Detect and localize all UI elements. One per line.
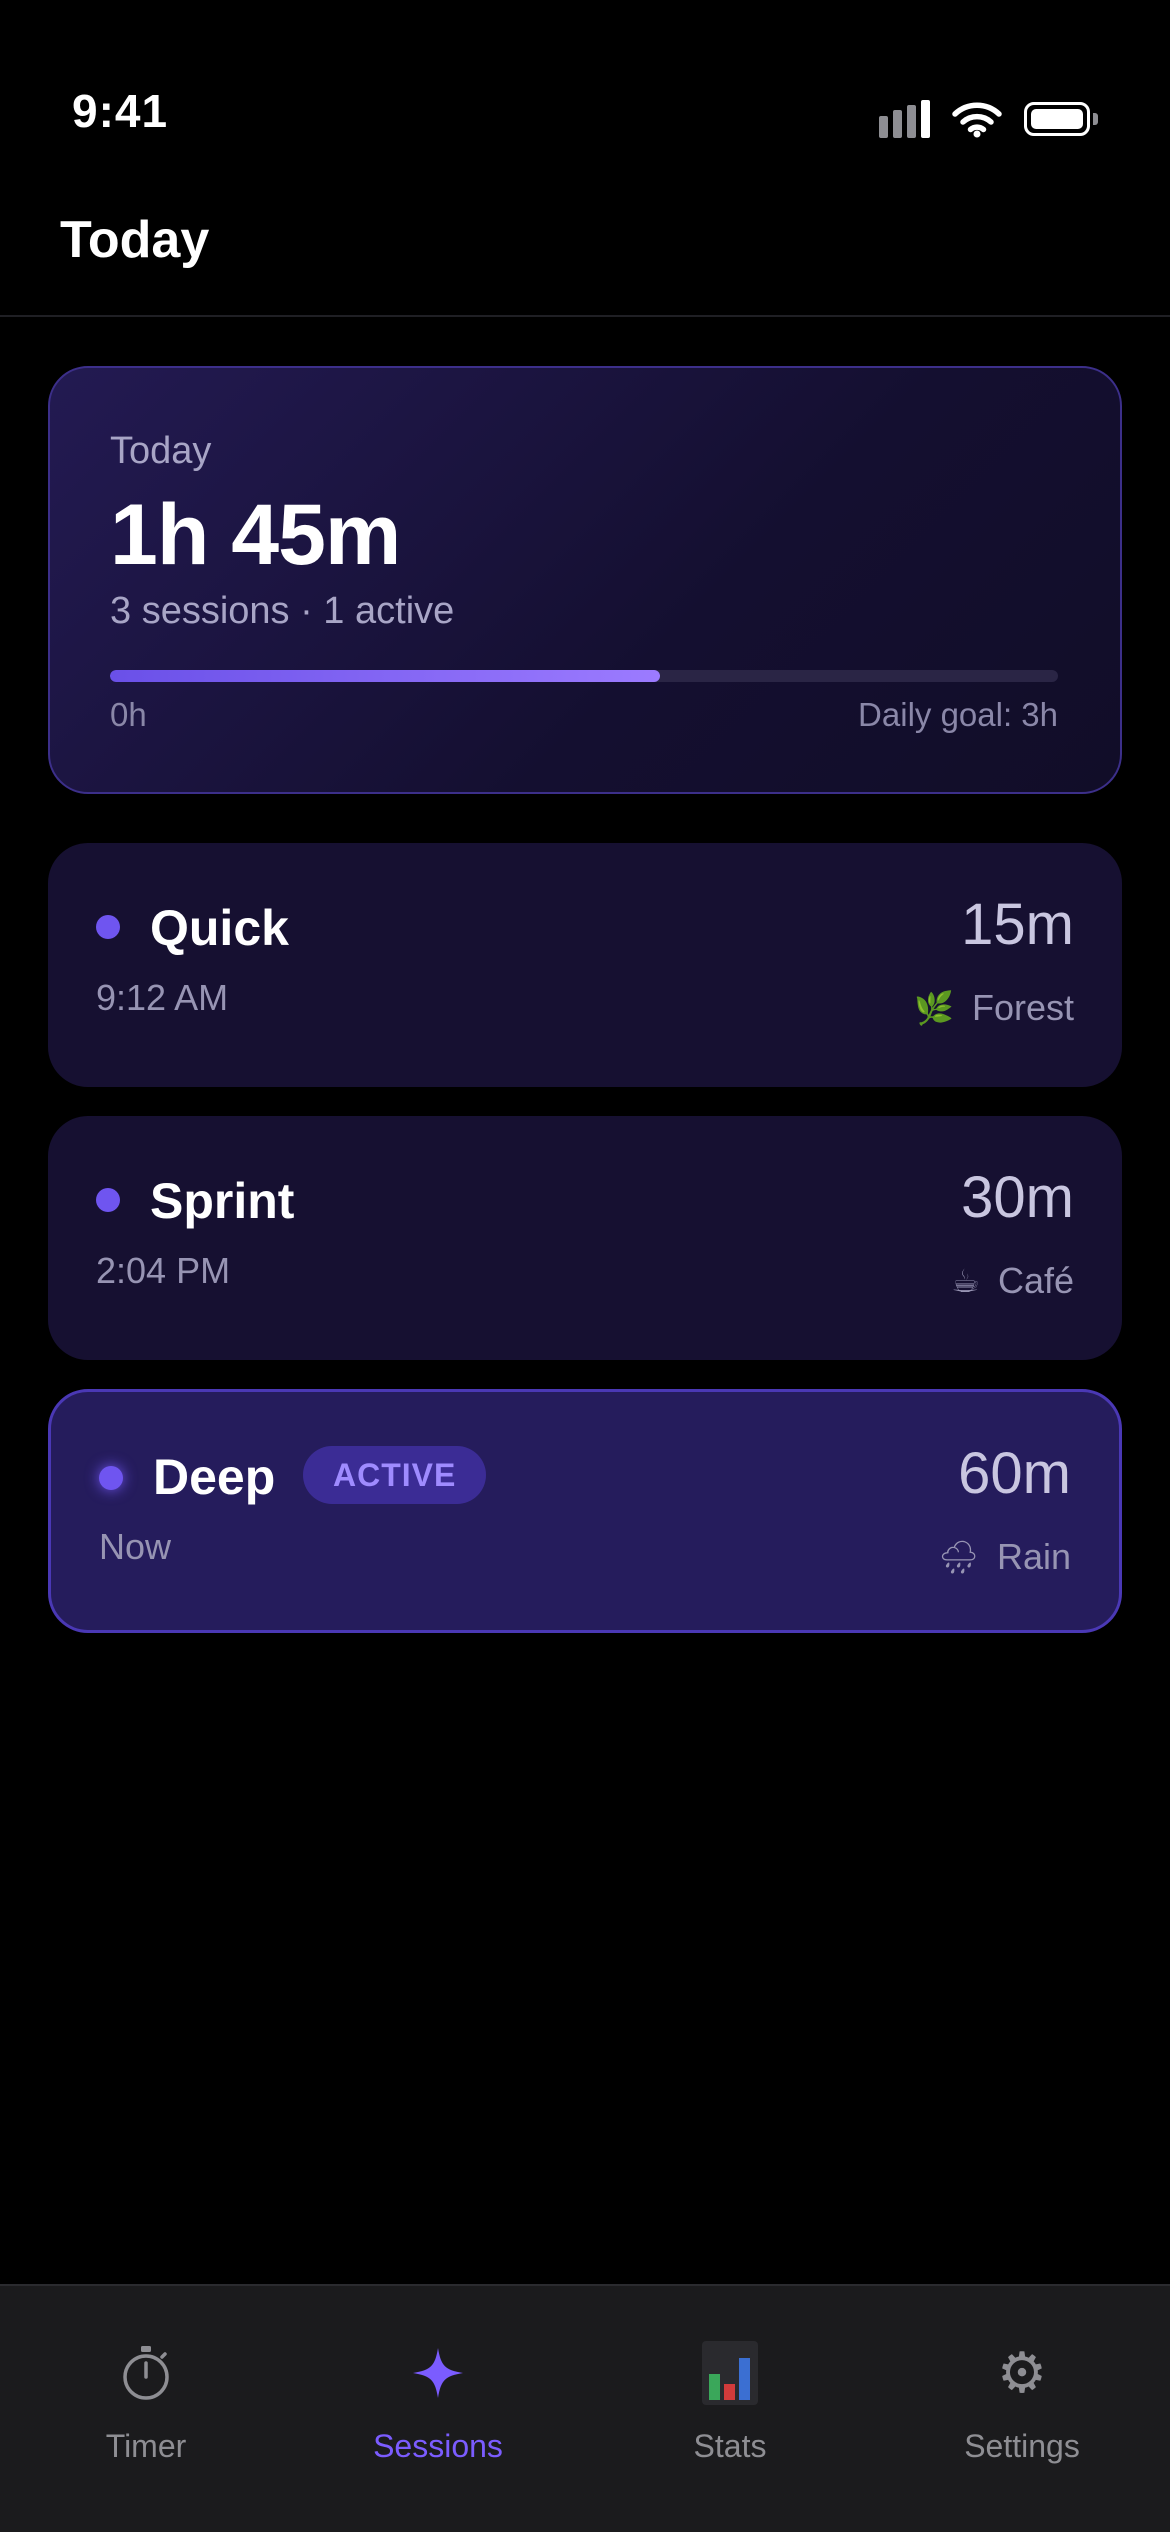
session-duration: 15m [961,892,1074,957]
today-summary-card: Today 1h 45m 3 sessions · 1 active 0h Da… [48,366,1122,794]
session-sound: ☕ Café [951,1260,1074,1302]
session-sound: 🌧 Rain [938,1536,1071,1578]
session-duration: 30m [961,1165,1074,1230]
page-title: Today [60,211,210,269]
status-bar: 9:41 [0,0,1170,170]
session-duration: 60m [958,1441,1071,1506]
session-name: Quick [150,900,289,956]
session-sound-label: Café [997,1260,1074,1301]
tab-bar: Timer Sessions Stats ⚙ Settings [0,2284,1170,2532]
leaf-icon: 🌿 [914,990,954,1026]
summary-label: Today [110,430,212,472]
rain-cloud-icon: 🌧 [938,1539,979,1575]
session-sound-label: Forest [971,987,1074,1028]
daily-goal-label: Daily goal: 3h [858,696,1058,733]
tab-label: Timer [105,2428,187,2464]
daily-goal-progress-bar [110,670,1058,682]
gear-icon: ⚙ [996,2341,1048,2404]
session-indicator-dot [96,915,120,939]
bar-chart-icon [701,2336,759,2410]
progress-min-label: 0h [110,696,147,733]
session-start-time: 9:12 AM [96,977,229,1018]
tab-label: Stats [693,2428,767,2464]
cellular-signal-icon [879,100,930,138]
coffee-icon: ☕ [951,1263,980,1299]
battery-icon [1024,102,1098,136]
tab-stats[interactable]: Stats [584,2286,876,2532]
session-indicator-dot [96,1188,120,1212]
session-card-deep[interactable]: Deep ACTIVE Now 60m 🌧 Rain [48,1389,1122,1633]
session-indicator-dot [99,1466,123,1490]
stopwatch-icon [121,2336,171,2410]
session-start-time: 2:04 PM [96,1250,231,1291]
summary-subtitle: 3 sessions · 1 active [110,590,455,632]
session-name: Sprint [150,1173,295,1229]
session-start-time: Now [99,1526,172,1567]
header-divider [0,315,1170,317]
status-icons [879,100,1098,138]
session-card-sprint[interactable]: Sprint 2:04 PM 30m ☕ Café [48,1116,1122,1360]
tab-sessions[interactable]: Sessions [292,2286,584,2532]
session-sound-label: Rain [996,1536,1071,1577]
status-time: 9:41 [72,85,169,137]
active-status-badge: ACTIVE [303,1446,487,1504]
daily-goal-progress-fill [110,670,660,682]
session-name: Deep [153,1449,276,1505]
tab-timer[interactable]: Timer [0,2286,292,2532]
tab-label: Sessions [373,2428,503,2464]
tab-label: Settings [964,2428,1080,2464]
sparkle-icon [411,2336,465,2410]
session-sound: 🌿 Forest [914,987,1074,1029]
summary-total-time: 1h 45m [110,487,401,583]
session-card-quick[interactable]: Quick 9:12 AM 15m 🌿 Forest [48,843,1122,1087]
tab-settings[interactable]: ⚙ Settings [876,2286,1168,2532]
wifi-icon [952,102,1002,138]
